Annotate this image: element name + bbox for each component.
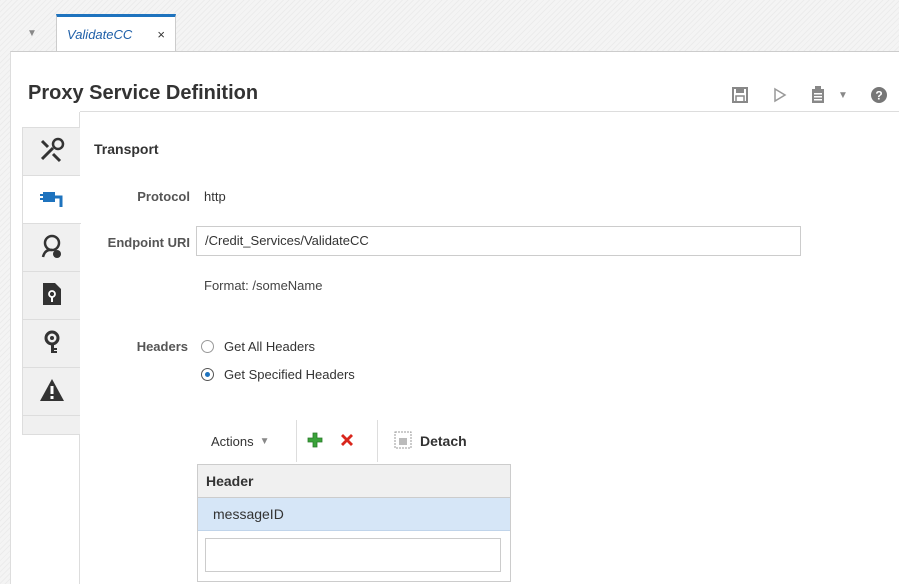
side-tab-general[interactable] [23, 128, 80, 176]
side-tab-transport[interactable] [23, 176, 81, 224]
column-header-header[interactable]: Header [198, 465, 510, 498]
side-tab-security[interactable] [23, 224, 80, 272]
side-tab-alerts[interactable] [23, 368, 80, 416]
endpoint-uri-input[interactable]: /Credit_Services/ValidateCC [196, 226, 801, 256]
table-row[interactable]: messageID [198, 498, 510, 531]
side-tab-settings[interactable] [23, 320, 80, 368]
actions-menu[interactable]: Actions ▼ [197, 420, 296, 462]
radio-button[interactable] [201, 340, 214, 353]
section-title-transport: Transport [94, 141, 159, 157]
delete-icon [339, 432, 355, 451]
headers-table-toolbar: Actions ▼ Detach [197, 418, 511, 464]
tools-icon [39, 137, 65, 166]
delete-header-button[interactable] [333, 420, 361, 462]
editor-tab-bar: ▼ ValidateCC × [0, 0, 899, 52]
security-user-icon [39, 233, 65, 262]
new-header-input[interactable] [205, 538, 501, 572]
svg-text:?: ? [875, 89, 882, 103]
help-icon[interactable]: ? [868, 84, 890, 106]
radio-get-all-headers[interactable]: Get All Headers [201, 339, 315, 354]
tab-menu-icon[interactable]: ▼ [24, 26, 40, 42]
clipboard-icon[interactable] [808, 84, 828, 106]
settings-key-icon [40, 329, 64, 358]
save-icon[interactable] [730, 84, 750, 106]
side-tab-policy[interactable] [23, 272, 80, 320]
dropdown-icon[interactable]: ▼ [836, 84, 850, 106]
detach-icon [394, 431, 412, 452]
protocol-value: http [204, 189, 226, 204]
tab-close-icon[interactable]: × [157, 27, 165, 42]
tab-validatecc[interactable]: ValidateCC × [56, 14, 176, 52]
protocol-label: Protocol [137, 189, 190, 204]
detach-button[interactable]: Detach [378, 420, 467, 462]
add-header-button[interactable] [297, 420, 333, 462]
policy-file-icon [41, 281, 63, 310]
radio-label: Get Specified Headers [224, 367, 355, 382]
add-icon [306, 431, 324, 452]
headers-label: Headers [136, 339, 188, 354]
radio-get-specified-headers[interactable]: Get Specified Headers [201, 367, 355, 382]
radio-label: Get All Headers [224, 339, 316, 354]
actions-label: Actions [211, 433, 254, 449]
tab-label: ValidateCC [67, 27, 133, 42]
chevron-down-icon: ▼ [259, 435, 270, 447]
page-title: Proxy Service Definition [28, 82, 259, 104]
radio-button-selected[interactable] [201, 368, 214, 381]
side-tabs [22, 127, 81, 435]
title-divider [80, 111, 899, 112]
headers-table: Header messageID [197, 464, 511, 582]
run-icon[interactable] [770, 84, 790, 106]
transport-plug-icon [39, 185, 65, 214]
endpoint-uri-label: Endpoint URI [107, 235, 190, 250]
detach-label: Detach [420, 433, 467, 449]
format-hint: Format: /someName [204, 278, 323, 293]
warning-icon [39, 378, 65, 405]
